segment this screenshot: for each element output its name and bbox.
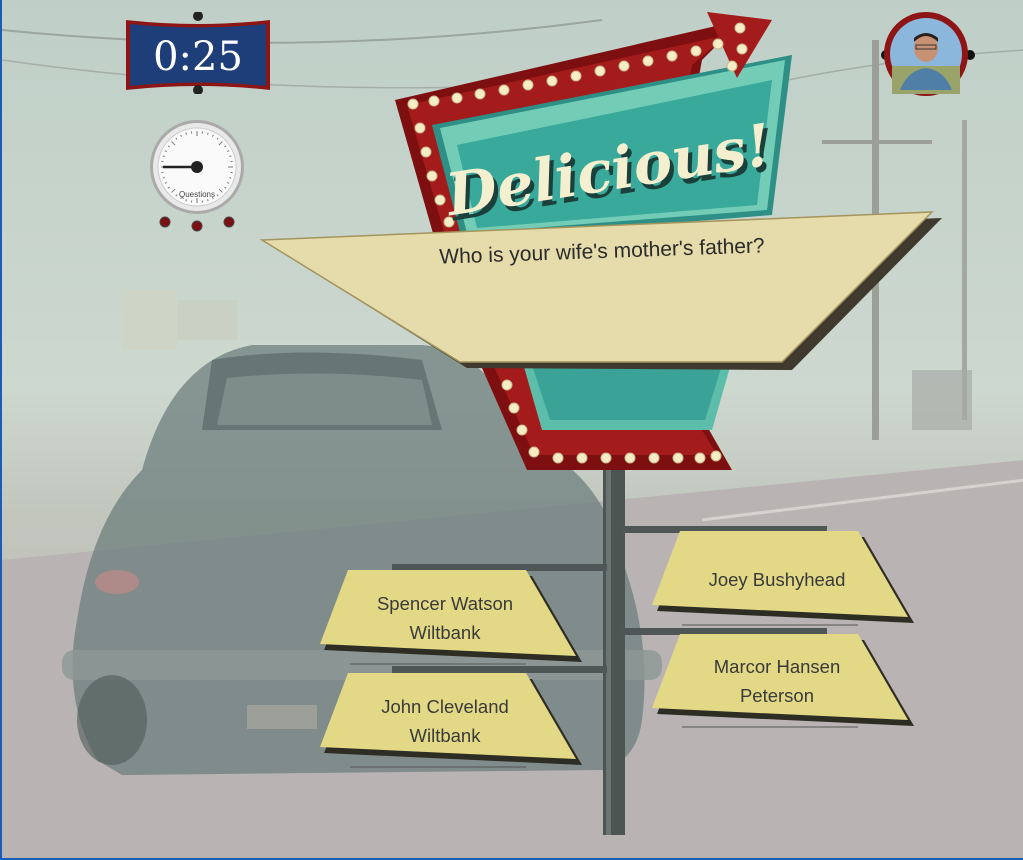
player-avatar[interactable] xyxy=(878,10,978,100)
answer-option-4[interactable]: Marcor Hansen Peterson xyxy=(677,652,877,710)
answer-option-3[interactable]: Joey Bushyhead xyxy=(677,565,877,594)
countdown-timer: 0:25 xyxy=(124,12,272,94)
answer-1-line2: Wiltbank xyxy=(409,622,481,643)
gauge-label: Questions xyxy=(178,190,216,199)
answer-option-2[interactable]: John Cleveland Wiltbank xyxy=(345,692,545,750)
game-stage: Delicious! Delicious! Who is your wife's… xyxy=(0,0,1023,860)
answer-4-line2: Peterson xyxy=(739,685,815,706)
answer-3-line1: Joey Bushyhead xyxy=(708,569,846,590)
answer-option-1[interactable]: Spencer Watson Wiltbank xyxy=(345,589,545,647)
answer-2-line1: John Cleveland xyxy=(381,696,509,717)
questions-gauge: Questions xyxy=(147,120,247,235)
answer-2-line2: Wiltbank xyxy=(409,725,481,746)
answer-1-line1: Spencer Watson xyxy=(376,593,514,614)
answer-4-line1: Marcor Hansen xyxy=(713,656,841,677)
timer-value: 0:25 xyxy=(153,34,243,80)
